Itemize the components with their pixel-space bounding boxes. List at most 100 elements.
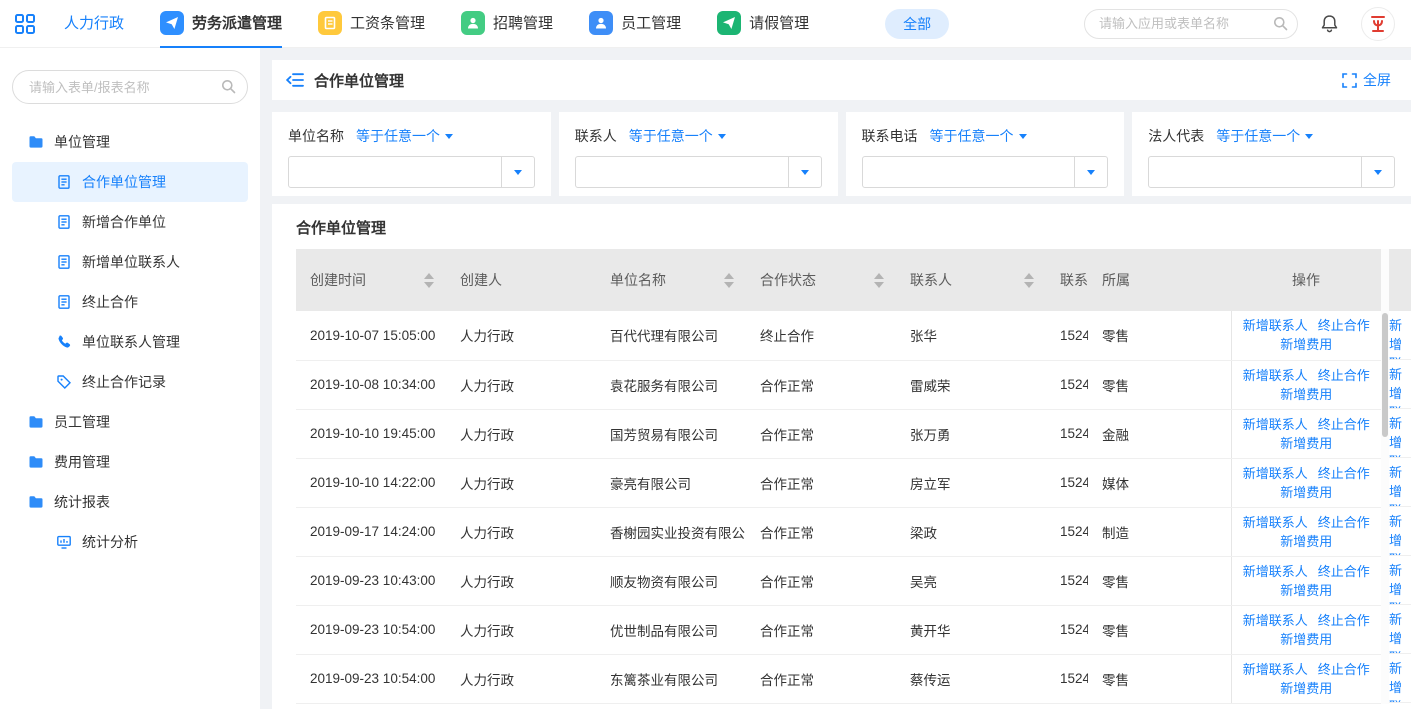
filter-select[interactable] <box>862 156 1109 188</box>
sidebar-menu-item[interactable]: 单位联系人管理 <box>12 322 248 362</box>
action-end-coop[interactable]: 终止合作 <box>1318 513 1370 532</box>
sidebar-menu-item[interactable]: 终止合作 <box>12 282 248 322</box>
sidebar-menu-item[interactable]: 终止合作记录 <box>12 362 248 402</box>
column-header[interactable]: 联系人 <box>896 249 1046 311</box>
sidebar-menu-item[interactable]: 统计报表 <box>12 482 248 522</box>
menu-fold-icon[interactable] <box>286 72 304 88</box>
cell-creator: 人力行政 <box>446 458 596 507</box>
search-icon <box>1273 16 1288 34</box>
filter-select[interactable] <box>288 156 535 188</box>
cell-contact: 张万勇 <box>896 409 1046 458</box>
sidebar-menu-item[interactable]: 合作单位管理 <box>12 162 248 202</box>
action-add-contact[interactable]: 新增联系人 <box>1243 611 1308 630</box>
action-add-contact[interactable]: 新增联系人 <box>1243 513 1308 532</box>
nav-item[interactable]: 员工管理 <box>589 0 681 48</box>
filter-operator-dropdown[interactable]: 等于任意一个 <box>356 126 453 146</box>
action-add-contact[interactable]: 新增联系人 <box>1243 316 1308 335</box>
column-header[interactable]: 联系电话 <box>1046 249 1088 311</box>
sidebar-menu-item-label: 单位联系人管理 <box>82 332 180 352</box>
action-add-contact[interactable]: 新增联系人 <box>1243 562 1308 581</box>
select-dropdown-button[interactable] <box>1074 157 1107 187</box>
action-add-fee[interactable]: 新增费用 <box>1280 385 1332 404</box>
clipped-actions-cell: 新增联系人 终止合作 新增费用 <box>1389 360 1411 409</box>
filter-operator-dropdown[interactable]: 等于任意一个 <box>930 126 1027 146</box>
app-icon <box>160 11 184 35</box>
notification-bell-icon[interactable] <box>1320 14 1339 34</box>
filter-select[interactable] <box>1148 156 1395 188</box>
sidebar-menu-item-label: 单位管理 <box>54 132 110 152</box>
select-dropdown-button[interactable] <box>501 157 534 187</box>
cell-phone: 15245671048 <box>1046 360 1088 409</box>
sidebar-menu-item-label: 终止合作记录 <box>82 372 166 392</box>
cell-status: 合作正常 <box>746 556 896 605</box>
action-add-contact[interactable]: 新增联系人 <box>1243 660 1308 679</box>
sort-icon[interactable] <box>1024 273 1034 288</box>
sidebar-menu-item[interactable]: 员工管理 <box>12 402 248 442</box>
cell-created: 2019-10-10 19:45:00 <box>296 409 446 458</box>
action-add-fee[interactable]: 新增费用 <box>1280 679 1332 698</box>
filter-operator-dropdown[interactable]: 等于任意一个 <box>1216 126 1313 146</box>
nav-item[interactable]: 工资条管理 <box>318 0 425 48</box>
action-end-coop[interactable]: 终止合作 <box>1318 316 1370 335</box>
action-add-fee[interactable]: 新增费用 <box>1280 483 1332 502</box>
clipped-actions-cell: 新增联系人 终止合作 新增费用 <box>1389 556 1411 605</box>
action-add-contact[interactable]: 新增联系人 <box>1243 366 1308 385</box>
select-dropdown-button[interactable] <box>1361 157 1394 187</box>
action-end-coop[interactable]: 终止合作 <box>1318 660 1370 679</box>
app-search-input[interactable] <box>1084 9 1298 39</box>
cell-industry: 媒体 <box>1088 458 1231 507</box>
action-end-coop[interactable]: 终止合作 <box>1318 611 1370 630</box>
sort-icon[interactable] <box>424 273 434 288</box>
avatar[interactable] <box>1361 7 1395 41</box>
nav-item[interactable]: 人力行政 <box>64 0 124 48</box>
action-end-coop[interactable]: 终止合作 <box>1318 415 1370 434</box>
caret-down-icon <box>718 134 726 139</box>
sidebar-search-input[interactable] <box>12 70 248 104</box>
action-add-fee[interactable]: 新增费用 <box>1280 434 1332 453</box>
action-end-coop[interactable]: 终止合作 <box>1318 562 1370 581</box>
filter-select[interactable] <box>575 156 822 188</box>
sidebar-menu-item[interactable]: 统计分析 <box>12 522 248 562</box>
nav-item-label: 招聘管理 <box>493 12 553 33</box>
cell-company: 国芳贸易有限公司 <box>596 409 746 458</box>
action-end-coop[interactable]: 终止合作 <box>1318 464 1370 483</box>
action-add-fee[interactable]: 新增费用 <box>1280 335 1332 354</box>
clipped-actions-cell: 新增联系人 终止合作 新增费用 <box>1389 654 1411 703</box>
vertical-scrollbar-thumb[interactable] <box>1382 313 1388 437</box>
column-header[interactable]: 合作状态 <box>746 249 896 311</box>
fullscreen-button[interactable]: 全屏 <box>1342 70 1391 90</box>
cell-actions: 新增联系人 终止合作 新增费用 <box>1231 654 1381 703</box>
action-add-contact[interactable]: 新增联系人 <box>1243 464 1308 483</box>
sort-icon[interactable] <box>874 273 884 288</box>
action-add-contact[interactable]: 新增联系人 <box>1243 415 1308 434</box>
sort-icon[interactable] <box>724 273 734 288</box>
select-dropdown-button[interactable] <box>788 157 821 187</box>
sidebar-menu-item[interactable]: 新增单位联系人 <box>12 242 248 282</box>
nav-item[interactable]: 招聘管理 <box>461 0 553 48</box>
action-add-fee[interactable]: 新增费用 <box>1280 532 1332 551</box>
filter-operator-dropdown[interactable]: 等于任意一个 <box>629 126 726 146</box>
table-zone: 创建时间 创建人 <box>296 249 1411 704</box>
filter-bar: 单位名称 等于任意一个 联系人 <box>272 112 1411 196</box>
action-add-fee[interactable]: 新增费用 <box>1280 630 1332 649</box>
action-add-fee[interactable]: 新增费用 <box>1280 581 1332 600</box>
column-header[interactable]: 创建人 <box>446 249 596 311</box>
clipped-actions-cell: 新增联系人 终止合作 新增费用 <box>1389 409 1411 458</box>
column-header[interactable]: 所属 <box>1088 249 1231 311</box>
cell-industry: 零售 <box>1088 360 1231 409</box>
sidebar-menu-item[interactable]: 新增合作单位 <box>12 202 248 242</box>
nav-item[interactable]: 全部 <box>885 9 949 39</box>
cell-created: 2019-09-23 10:54:00 <box>296 654 446 703</box>
column-header[interactable]: 操作 <box>1231 249 1381 311</box>
select-value <box>289 157 501 187</box>
sidebar-menu-item[interactable]: 费用管理 <box>12 442 248 482</box>
cell-phone: 15245671046 <box>1046 458 1088 507</box>
apps-grid-icon[interactable] <box>14 13 36 35</box>
sidebar-menu-item[interactable]: 单位管理 <box>12 122 248 162</box>
nav-item[interactable]: 劳务派遣管理 <box>160 0 282 48</box>
column-header[interactable]: 单位名称 <box>596 249 746 311</box>
nav-item[interactable]: 请假管理 <box>717 0 809 48</box>
action-end-coop[interactable]: 终止合作 <box>1318 366 1370 385</box>
cell-created: 2019-10-07 15:05:00 <box>296 311 446 360</box>
column-header[interactable]: 创建时间 <box>296 249 446 311</box>
